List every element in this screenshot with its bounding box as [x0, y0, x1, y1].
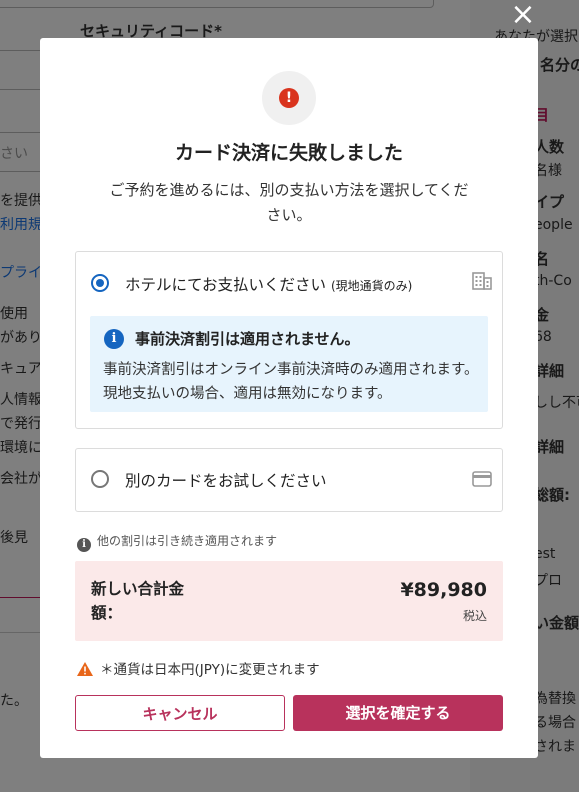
radio-try-another-card[interactable]: [91, 470, 109, 488]
discount-note: i 他の割引は引き続き適用されます: [77, 532, 277, 552]
total-value: ¥89,980: [400, 579, 487, 601]
option-try-another-card[interactable]: 別のカードをお試しください: [75, 448, 503, 512]
warning-text: ＊通貨は日本円(JPY)に変更されます: [100, 662, 320, 678]
close-icon[interactable]: ×: [508, 0, 538, 30]
warning-icon: [77, 662, 93, 676]
building-icon: [472, 272, 492, 290]
info-body: 事前決済割引はオンライン事前決済時のみ適用されます。現地支払いの場合、適用は無効…: [103, 362, 479, 402]
total-label: 新しい合計金額：: [91, 580, 185, 622]
payment-failed-dialog: ! カード決済に失敗しました ご予約を進めるには、別の支払い方法を選択してくださ…: [40, 38, 538, 758]
new-total-box: 新しい合計金額： ¥89,980 税込: [75, 561, 503, 641]
option-label-sub: (現地通貨のみ): [330, 279, 413, 293]
tax-note: 税込: [462, 609, 487, 623]
dialog-subtitle: ご予約を進めるには、別の支払い方法を選択してください。: [109, 181, 469, 224]
option-label-main: ホテルにてお支払いください: [125, 276, 327, 294]
credit-card-icon: [472, 471, 492, 487]
discount-info-box: i 事前決済割引は適用されません。 事前決済割引はオンライン事前決済時のみ適用さ…: [90, 316, 488, 412]
alert-badge: !: [262, 71, 316, 125]
dialog-title: カード決済に失敗しました: [174, 142, 403, 164]
info-title: 事前決済割引は適用されません。: [135, 330, 360, 348]
alert-icon: !: [279, 88, 299, 108]
note-text: 他の割引は引き続き適用されます: [97, 534, 278, 548]
option-label: ホテルにてお支払いください (現地通貨のみ): [125, 273, 412, 295]
info-icon: i: [77, 538, 91, 552]
radio-pay-at-hotel[interactable]: [91, 274, 109, 292]
confirm-selection-button[interactable]: 選択を確定する: [293, 695, 503, 731]
cancel-button[interactable]: キャンセル: [75, 695, 285, 731]
option-pay-at-hotel[interactable]: ホテルにてお支払いください (現地通貨のみ) i 事前決済割引は適用されません。…: [75, 251, 503, 429]
currency-warning: ＊通貨は日本円(JPY)に変更されます: [76, 658, 320, 678]
option-label: 別のカードをお試しください: [125, 472, 327, 490]
info-icon: i: [104, 329, 124, 349]
